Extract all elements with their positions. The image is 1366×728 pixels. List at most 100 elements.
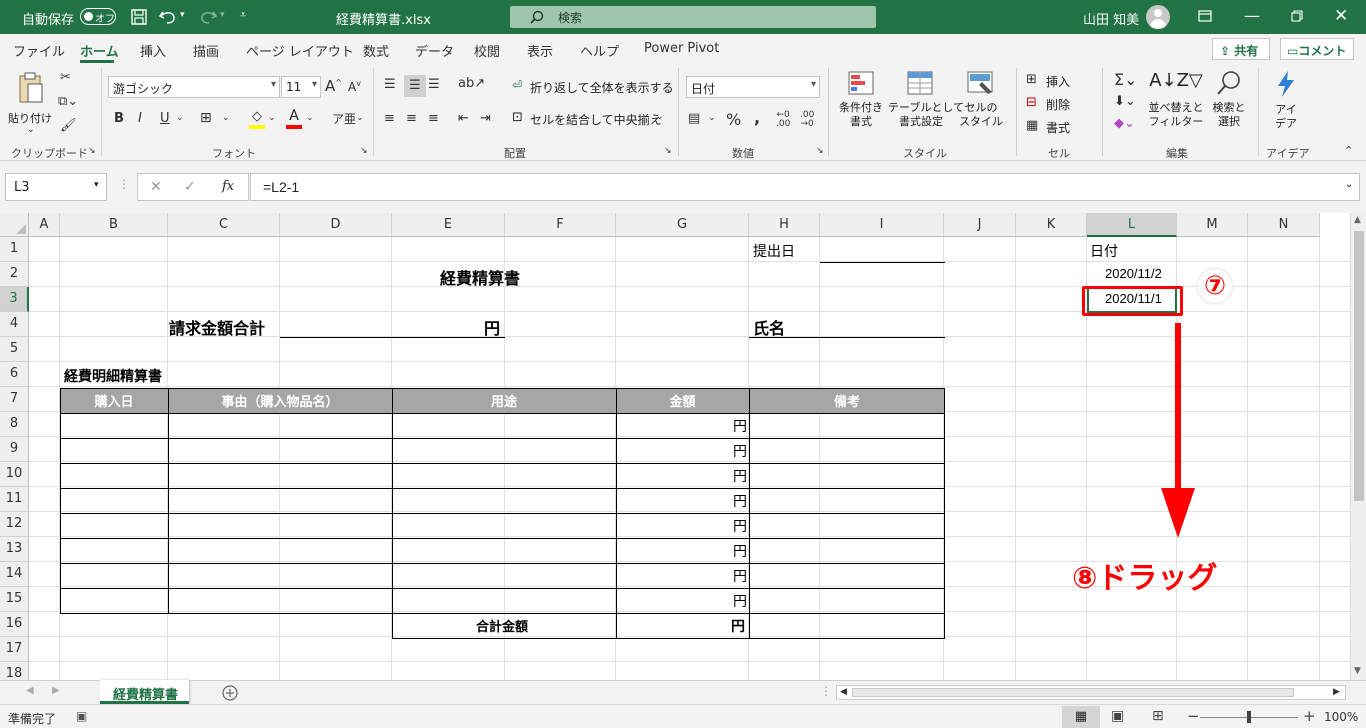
borders-icon[interactable]: ⊞ <box>200 110 212 126</box>
total-label[interactable]: 合計金額 <box>476 616 528 635</box>
amount-yen-cell[interactable]: 円 <box>733 416 747 436</box>
grow-font-icon[interactable]: A^ <box>325 77 342 95</box>
submit-date-label[interactable]: 提出日 <box>753 241 795 261</box>
column-header[interactable]: B <box>60 213 168 237</box>
cancel-entry-icon[interactable]: ✕ <box>150 179 162 195</box>
claim-total-label[interactable]: 請求金額合計 <box>169 315 265 339</box>
autosum-icon[interactable]: Σ⌄ <box>1114 70 1138 89</box>
comma-style-icon[interactable]: , <box>754 108 760 127</box>
scroll-left-icon[interactable]: ◀ <box>840 687 847 697</box>
copy-icon[interactable]: ⧉⌄ <box>58 94 78 109</box>
amount-yen-cell[interactable]: 円 <box>733 591 747 611</box>
row-header[interactable]: 13 <box>0 537 29 562</box>
insert-function-icon[interactable]: fx <box>222 179 234 194</box>
close-icon[interactable]: ✕ <box>1334 6 1348 26</box>
borders-dropdown-icon[interactable]: ⌄ <box>222 113 230 123</box>
column-header[interactable]: A <box>29 213 60 237</box>
increase-decimal-icon[interactable]: ←0.00 <box>776 111 790 129</box>
redo-icon[interactable] <box>198 8 218 26</box>
underline-button[interactable]: U <box>160 111 170 126</box>
merge-center-button[interactable]: ⊡ セルを結合して中央揃え ⌄ <box>512 110 672 130</box>
decrease-decimal-icon[interactable]: .00 →0 <box>800 111 814 129</box>
add-sheet-icon[interactable] <box>221 684 239 702</box>
find-select-button[interactable]: 検索と 選択 <box>1208 70 1250 140</box>
format-as-table-button[interactable]: テーブルとして 書式設定 <box>888 70 964 140</box>
confirm-entry-icon[interactable]: ✓ <box>184 179 196 195</box>
row-header[interactable]: 12 <box>0 512 29 537</box>
underline-dropdown-icon[interactable]: ⌄ <box>176 113 184 123</box>
sort-filter-button[interactable]: A↓Z▽ 並べ替えと フィルター <box>1148 70 1204 140</box>
amount-yen-cell[interactable]: 円 <box>733 516 747 536</box>
next-sheet-icon[interactable]: ▶ <box>52 685 60 696</box>
conditional-formatting-button[interactable]: 条件付き 書式 <box>835 70 887 140</box>
column-header[interactable]: H <box>749 213 820 237</box>
expand-formula-icon[interactable]: ⌄ <box>1345 179 1353 190</box>
column-header[interactable]: N <box>1248 213 1320 237</box>
format-cells-label[interactable]: 書式 <box>1046 119 1070 136</box>
avatar[interactable] <box>1146 5 1170 29</box>
tab-insert[interactable]: 挿入 <box>140 41 166 60</box>
cell-styles-button[interactable]: セルの スタイル <box>954 70 1008 140</box>
clear-icon[interactable]: ◆⌄ <box>1114 116 1135 131</box>
row-header[interactable]: 7 <box>0 387 29 412</box>
shrink-font-icon[interactable]: Av <box>348 79 361 94</box>
row-header[interactable]: 2 <box>0 262 29 287</box>
font-name-combo[interactable]: 游ゴシック ▾ <box>108 76 280 98</box>
tab-home[interactable]: ホーム <box>80 41 119 60</box>
redo-dropdown-icon[interactable]: ▾ <box>220 10 225 20</box>
align-left-icon[interactable]: ≡ <box>384 111 395 126</box>
amount-yen-cell[interactable]: 円 <box>733 566 747 586</box>
increase-indent-icon[interactable]: ⇥ <box>480 111 491 126</box>
fill-color-dropdown-icon[interactable]: ⌄ <box>268 113 276 123</box>
insert-cells-label[interactable]: 挿入 <box>1046 73 1070 90</box>
row-header[interactable]: 16 <box>0 612 29 637</box>
row-header[interactable]: 1 <box>0 237 29 262</box>
horizontal-scrollbar[interactable]: ◀ ▶ <box>836 685 1346 700</box>
prev-sheet-icon[interactable]: ◀ <box>26 685 34 696</box>
column-header[interactable]: I <box>820 213 944 237</box>
vertical-scrollbar[interactable]: ▲ ▼ <box>1350 213 1366 680</box>
phonetic-icon[interactable]: ア亜 <box>332 110 356 127</box>
insert-cells-icon[interactable]: ⊞ <box>1026 72 1037 87</box>
column-header[interactable]: J <box>944 213 1016 237</box>
row-header[interactable]: 6 <box>0 362 29 387</box>
zoom-slider-thumb[interactable] <box>1247 711 1251 723</box>
save-icon[interactable] <box>130 8 148 26</box>
delete-cells-label[interactable]: 削除 <box>1046 96 1070 113</box>
ideas-button[interactable]: アイ デア <box>1266 70 1306 140</box>
normal-view-button[interactable]: ▦ <box>1062 706 1100 728</box>
table-header-cell[interactable]: 金額 <box>616 391 749 410</box>
align-right-icon[interactable]: ≡ <box>428 111 439 126</box>
amount-yen-cell[interactable]: 円 <box>733 541 747 561</box>
row-header[interactable]: 17 <box>0 637 29 662</box>
h-scroll-thumb[interactable] <box>852 688 1294 697</box>
zoom-in-icon[interactable]: + <box>1303 707 1316 725</box>
column-header[interactable]: E <box>392 213 505 237</box>
tab-draw[interactable]: 描画 <box>193 41 219 60</box>
zoom-out-icon[interactable]: − <box>1187 707 1200 725</box>
align-center-icon[interactable]: ≡ <box>406 111 417 126</box>
minimize-icon[interactable]: — <box>1244 6 1260 25</box>
comment-button[interactable]: ▭コメント <box>1280 38 1354 60</box>
ribbon-display-options-icon[interactable] <box>1198 10 1212 22</box>
column-header[interactable]: D <box>280 213 392 237</box>
tab-page-layout[interactable]: ページ レイアウト <box>246 41 354 60</box>
tab-review[interactable]: 校閲 <box>474 41 500 60</box>
select-all-corner[interactable] <box>0 213 29 237</box>
font-color-icon[interactable]: A <box>285 108 303 129</box>
scroll-up-icon[interactable]: ▲ <box>1354 215 1361 225</box>
number-launcher-icon[interactable]: ↘ <box>816 146 824 156</box>
tab-formulas[interactable]: 数式 <box>363 41 389 60</box>
column-header[interactable]: G <box>616 213 749 237</box>
bold-button[interactable]: B <box>114 111 124 126</box>
restore-icon[interactable] <box>1291 10 1303 22</box>
phonetic-dropdown-icon[interactable]: ⌄ <box>356 113 364 123</box>
customize-qat-icon[interactable]: ⩡ <box>240 8 246 22</box>
column-header[interactable]: M <box>1177 213 1248 237</box>
table-header-cell[interactable]: 事由（購入物品名） <box>168 391 392 410</box>
font-color-dropdown-icon[interactable]: ⌄ <box>306 113 314 123</box>
drag-handle-icon[interactable]: ⋮ <box>118 177 130 191</box>
table-header-cell[interactable]: 備考 <box>749 391 945 410</box>
cut-icon[interactable]: ✂ <box>60 70 71 85</box>
row-header[interactable]: 8 <box>0 412 29 437</box>
